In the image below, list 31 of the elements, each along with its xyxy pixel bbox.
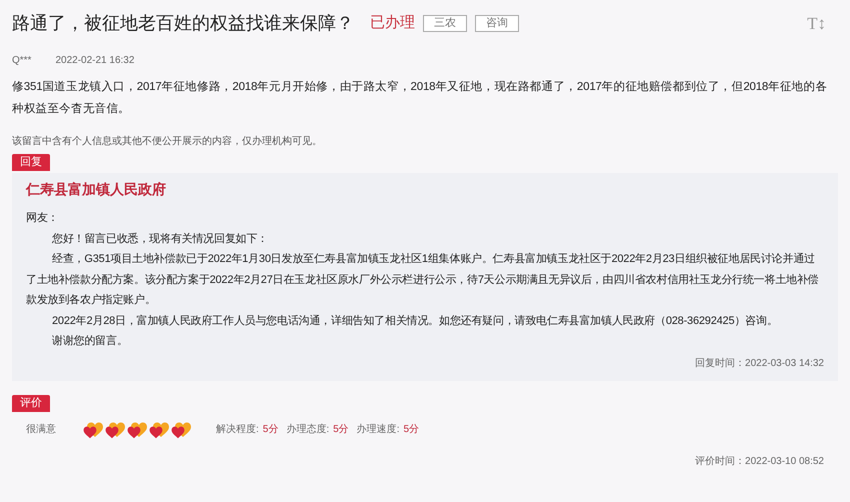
font-size-toggle[interactable]: T↕ [807,10,826,36]
author-name: Q*** [12,54,32,68]
metric-label: 解决程度: [216,422,259,437]
metric-value: 5分 [262,423,278,437]
evaluation-time: 评价时间：2022-03-10 08:52 [695,454,824,468]
greeting-text: 网友： [26,211,60,226]
heart-icon [148,420,170,440]
heart-icon [170,420,192,440]
reply-time: 回复时间：2022-03-03 14:32 [695,356,824,370]
question-title: 路通了，被征地老百姓的权益找谁来保障？ [12,12,354,35]
metric-value: 5分 [333,423,349,437]
metric-label: 办理态度: [286,422,330,437]
metric-value: 5分 [403,423,420,437]
reply-paragraph: 谢谢您的留言。 [51,334,129,349]
reply-label: 回复 [12,154,50,171]
reply-paragraph: 经查，G351项目土地补偿款已于2022年1月30日发放至仁寿县富加镇玉龙社区1组集体账户。仁寿县富加镇玉龙社区于2022年2月23日组织被征地居民讨论并通过了土地补偿款分配方案。该分配方案于2022年2月27日在玉龙社区原水厂外公示栏进行公示，待7天公示期满且无异议后，由四川省农村信用社玉龙分行统一将土地补偿款发放到各农户指定账户。 [26,252,820,308]
category-tag: 三农 [423,15,467,32]
heart-icon [82,420,104,440]
heart-icon [104,420,126,440]
evaluation-label: 评价 [12,394,50,412]
reply-paragraph: 您好！留言已收悉，现将有关情况回复如下： [51,232,270,246]
post-time: 2022-02-21 16:32 [55,54,134,68]
status-text: 已办理 [370,13,415,34]
reply-paragraph: 2022年2月28日，富加镇人民政府工作人员与您电话沟通，详细告知了相关情况。如您还有疑问，请致电仁寿县富加镇人民政府（028-36292425）咨询。 [51,314,779,328]
category-tag: 咨询 [475,15,519,32]
question-body: 修351国道玉龙镇入口，2017年征地修路，2018年元月开始修，由于路太窄，2018年又征地，现在路都通了，2017年的征地赔偿都到位了，但2018年征地的各种权益至今杳无音信。 [12,79,828,117]
rating-text: 很满意 [26,422,56,437]
organization-name: 仁寿县富加镇人民政府 [26,180,167,199]
metric-label: 办理速度: [356,422,400,437]
heart-icon [126,420,148,440]
privacy-notice: 该留言中含有个人信息或其他不便公开展示的内容，仅办理机构可见。 [12,134,323,149]
